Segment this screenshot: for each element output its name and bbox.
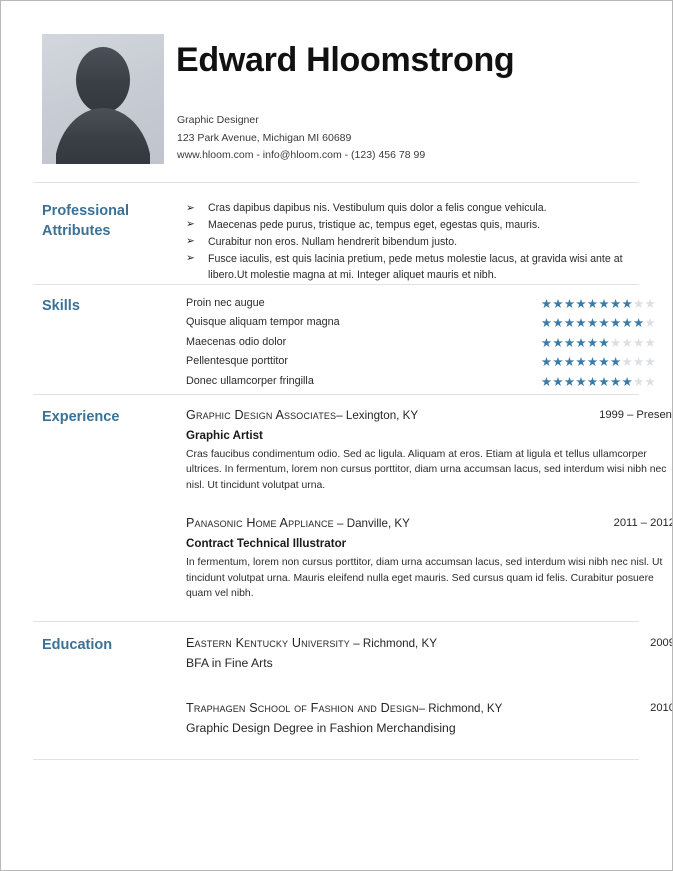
job-role: Graphic Artist: [186, 429, 263, 442]
contact-line: www.hloom.com - info@hloom.com - (123) 4…: [177, 149, 426, 161]
entry-date: 1999 – Present: [599, 409, 673, 421]
divider-above-experience: [33, 394, 639, 395]
contact-block: Graphic Designer 123 Park Avenue, Michig…: [177, 112, 637, 165]
organization: Panasonic Home Appliance – Danville, KY: [186, 515, 410, 532]
section-title-experience: Experience: [42, 409, 120, 425]
arrow-bullet-icon: ➢: [186, 252, 195, 265]
divider-above-attributes: [33, 182, 639, 183]
organization-location: – Lexington, KY: [336, 409, 419, 422]
education-entry: Eastern Kentucky University – Richmond, …: [186, 635, 673, 673]
page-sheet: Edward Hloomstrong Graphic Designer 123 …: [1, 1, 672, 870]
organization-name: Eastern Kentucky University: [186, 636, 350, 650]
address-line: 123 Park Avenue, Michigan MI 60689: [177, 131, 352, 144]
entry-header: Graphic Design Associates– Lexington, KY…: [186, 407, 673, 424]
skill-rating-stars: ★★★★★★★★★★: [540, 335, 656, 350]
entry-date: 2010: [650, 702, 673, 714]
experience-entries: Graphic Design Associates– Lexington, KY…: [186, 407, 673, 601]
organization-name: Traphagen School of Fashion and Design: [186, 701, 419, 715]
entry-date: 2009: [650, 637, 673, 649]
skill-row: Donec ullamcorper fringilla ★★★★★★★★★★: [186, 374, 656, 393]
skill-rating-stars: ★★★★★★★★★★: [540, 374, 656, 389]
candidate-name: Edward Hloomstrong: [176, 41, 515, 79]
entry-header: Panasonic Home Appliance – Danville, KY …: [186, 515, 673, 532]
divider-above-education: [33, 621, 639, 622]
education-entry: Traphagen School of Fashion and Design– …: [186, 700, 673, 738]
arrow-bullet-icon: ➢: [186, 201, 195, 214]
arrow-bullet-icon: ➢: [186, 218, 195, 231]
divider-below-education: [33, 759, 639, 760]
entry-header: Eastern Kentucky University – Richmond, …: [186, 635, 673, 652]
organization-location: – Richmond, KY: [349, 637, 437, 650]
job-title: Graphic Designer: [177, 114, 259, 126]
list-item: ➢ Fusce iaculis, est quis lacinia pretiu…: [186, 252, 634, 283]
education-entries: Eastern Kentucky University – Richmond, …: [186, 635, 673, 738]
resume-header: Edward Hloomstrong Graphic Designer 123 …: [42, 34, 634, 164]
job-description: Cras faucibus condimentum odio. Sed ac l…: [186, 449, 667, 491]
skills-list: Proin nec augue ★★★★★★★★★★ Quisque aliqu…: [186, 296, 656, 393]
job-description: In fermentum, lorem non cursus porttitor…: [186, 557, 663, 600]
list-item: ➢ Cras dapibus dapibus nis. Vestibulum q…: [186, 201, 634, 217]
skill-rating-stars: ★★★★★★★★★★: [540, 355, 656, 370]
entry-header: Traphagen School of Fashion and Design– …: [186, 700, 673, 717]
skill-name: Maecenas odio dolor: [186, 335, 287, 348]
list-item-text: Cras dapibus dapibus nis. Vestibulum qui…: [208, 202, 547, 214]
skill-name: Quisque aliquam tempor magna: [186, 316, 340, 329]
job-role: Contract Technical Illustrator: [186, 537, 347, 551]
skill-name: Pellentesque porttitor: [186, 355, 289, 368]
list-item-text: Curabitur non eros. Nullam hendrerit bib…: [208, 235, 458, 248]
skill-name: Proin nec augue: [186, 297, 265, 309]
organization-location: – Danville, KY: [333, 517, 410, 531]
organization-name: Panasonic Home Appliance: [186, 516, 334, 531]
attributes-title-line1: Professional: [42, 203, 130, 219]
list-item: ➢ Curabitur non eros. Nullam hendrerit b…: [186, 235, 634, 251]
degree-title: Graphic Design Degree in Fashion Merchan…: [186, 721, 456, 735]
list-item: ➢ Maecenas pede purus, tristique ac, tem…: [186, 218, 634, 234]
attributes-title-line2: Attributes: [42, 223, 111, 239]
experience-entry: Graphic Design Associates– Lexington, KY…: [186, 407, 673, 493]
section-title-skills: Skills: [42, 298, 80, 314]
experience-entry: Panasonic Home Appliance – Danville, KY …: [186, 515, 673, 601]
organization: Graphic Design Associates– Lexington, KY: [186, 407, 418, 424]
avatar-photo-placeholder: [42, 34, 164, 164]
entry-date: 2011 – 2012: [613, 517, 673, 530]
skill-row: Pellentesque porttitor ★★★★★★★★★★: [186, 354, 656, 373]
person-silhouette-icon: [56, 47, 150, 164]
resume-page: Edward Hloomstrong Graphic Designer 123 …: [0, 0, 673, 871]
skill-rating-stars: ★★★★★★★★★★: [540, 297, 656, 311]
skill-row: Maecenas odio dolor ★★★★★★★★★★: [186, 335, 656, 354]
organization: Eastern Kentucky University – Richmond, …: [186, 635, 437, 652]
degree-title: BFA in Fine Arts: [186, 656, 273, 670]
organization: Traphagen School of Fashion and Design– …: [186, 700, 502, 717]
section-title-attributes: Professional Attributes: [42, 201, 182, 241]
skill-row: Quisque aliquam tempor magna ★★★★★★★★★★: [186, 315, 656, 334]
organization-name: Graphic Design Associates: [186, 408, 337, 422]
section-title-education: Education: [42, 637, 113, 653]
arrow-bullet-icon: ➢: [186, 235, 195, 248]
skill-name: Donec ullamcorper fringilla: [186, 374, 314, 387]
list-item-text: Fusce iaculis, est quis lacinia pretium,…: [208, 252, 623, 281]
organization-location: – Richmond, KY: [418, 702, 503, 715]
attributes-list: ➢ Cras dapibus dapibus nis. Vestibulum q…: [186, 201, 634, 285]
skill-row: Proin nec augue ★★★★★★★★★★: [186, 296, 656, 315]
list-item-text: Maecenas pede purus, tristique ac, tempu…: [208, 218, 541, 231]
skill-rating-stars: ★★★★★★★★★★: [540, 316, 656, 331]
